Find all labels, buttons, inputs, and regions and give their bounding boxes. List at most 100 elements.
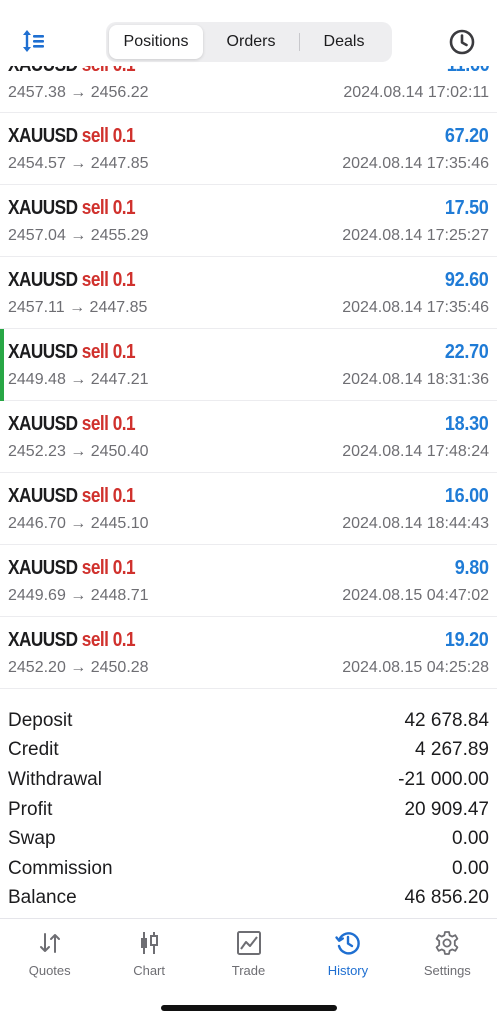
trade-chart-icon: [236, 931, 261, 955]
deal-title: XAUUSD sell 0.1: [8, 341, 136, 364]
nav-trade[interactable]: Trade: [199, 919, 298, 990]
deal-profit: 18.30: [445, 413, 489, 435]
deal-row[interactable]: XAUUSD sell 0.1 9.80 2449.69 → 2448.71 2024…: [0, 545, 497, 617]
deal-side: sell 0.1: [81, 557, 136, 579]
deal-time: 2024.08.14 17:25:27: [342, 227, 489, 244]
tab-deals[interactable]: Deals: [299, 25, 389, 59]
summary-row: Deposit 42 678.84: [0, 706, 497, 736]
deal-time: 2024.08.15 04:25:28: [342, 659, 489, 676]
summary-label: Credit: [8, 739, 59, 761]
deal-row[interactable]: XAUUSD sell 0.1 19.20 2452.20 → 2450.28 202…: [0, 617, 497, 689]
deal-symbol: XAUUSD: [8, 125, 78, 147]
quotes-icon: [39, 933, 60, 953]
deal-row[interactable]: XAUUSD sell 0.1 92.60 2457.11 → 2447.85 202…: [0, 257, 497, 329]
history-icon: [335, 932, 360, 955]
summary-row: Withdrawal -21 000.00: [0, 765, 497, 795]
summary-value: 46 856.20: [404, 887, 489, 909]
deal-title: XAUUSD sell 0.1: [8, 485, 136, 508]
deal-side: sell 0.1: [81, 485, 136, 507]
summary-value: 42 678.84: [404, 709, 489, 731]
deal-prices: 2457.04 → 2455.29: [8, 227, 149, 244]
account-summary: Deposit 42 678.84 Credit 4 267.89 Withdrawal…: [0, 706, 497, 913]
deal-profit: 67.20: [445, 125, 489, 147]
summary-label: Balance: [8, 887, 77, 909]
deal-side: sell 0.1: [81, 269, 136, 291]
deal-title: XAUUSD sell 0.1: [8, 197, 136, 220]
summary-row: Credit 4 267.89: [0, 736, 497, 766]
deal-row[interactable]: XAUUSD sell 0.1 67.20 2454.57 → 2447.85 202…: [0, 113, 497, 185]
deal-symbol: XAUUSD: [8, 197, 78, 219]
deal-side: sell 0.1: [81, 629, 136, 651]
nav-label: Chart: [133, 963, 165, 978]
deal-title: XAUUSD sell 0.1: [8, 125, 136, 148]
deal-profit: 92.60: [445, 269, 489, 291]
deal-title: XAUUSD sell 0.1: [8, 413, 136, 436]
deal-prices: 2449.48 → 2447.21: [8, 371, 149, 388]
nav-history[interactable]: History: [298, 919, 397, 990]
deal-profit: 9.80: [455, 557, 489, 579]
deal-profit: 17.50: [445, 197, 489, 219]
view-segmented-control: Positions Orders Deals: [106, 22, 392, 62]
summary-label: Commission: [8, 857, 113, 879]
deal-time: 2024.08.14 17:02:11: [343, 84, 489, 101]
deal-profit: 16.00: [445, 485, 489, 507]
deal-row[interactable]: XAUUSD sell 0.1 22.70 2449.48 → 2447.21 202…: [0, 329, 497, 401]
selected-marker: [0, 329, 4, 401]
deal-symbol: XAUUSD: [8, 269, 78, 291]
deal-title: XAUUSD sell 0.1: [8, 557, 136, 580]
deal-row[interactable]: XAUUSD sell 0.1 18.30 2452.23 → 2450.40 202…: [0, 401, 497, 473]
summary-row: Swap 0.00: [0, 824, 497, 854]
summary-row: Profit 20 909.47: [0, 795, 497, 825]
deal-prices: 2454.57 → 2447.85: [8, 155, 149, 172]
summary-value: 4 267.89: [415, 739, 489, 761]
tab-orders[interactable]: Orders: [203, 25, 299, 59]
home-indicator: [161, 1005, 337, 1011]
tab-positions[interactable]: Positions: [109, 25, 203, 59]
nav-label: Trade: [231, 963, 266, 978]
bottom-tab-bar: Quotes Chart Trade History Settings: [0, 918, 497, 990]
summary-value: 0.00: [452, 857, 489, 879]
deal-row[interactable]: XAUUSD sell 0.1 17.50 2457.04 → 2455.29 202…: [0, 185, 497, 257]
deal-side: sell 0.1: [81, 125, 136, 147]
nav-label: Quotes: [28, 963, 71, 978]
deal-prices: 2446.70 → 2445.10: [8, 515, 149, 532]
nav-label: History: [327, 963, 369, 978]
nav-label: Settings: [423, 963, 471, 978]
summary-row: Balance 46 856.20: [0, 884, 497, 914]
clock-icon[interactable]: [447, 27, 477, 57]
deal-row[interactable]: XAUUSD sell 0.1 16.00 2446.70 → 2445.10 202…: [0, 473, 497, 545]
summary-value: 20 909.47: [404, 798, 489, 820]
deal-time: 2024.08.14 17:35:46: [342, 299, 489, 316]
deal-symbol: XAUUSD: [8, 557, 78, 579]
summary-label: Deposit: [8, 709, 73, 731]
sort-icon[interactable]: [20, 26, 50, 56]
gear-icon: [436, 931, 459, 955]
summary-value: -21 000.00: [398, 768, 489, 790]
deal-time: 2024.08.14 18:31:36: [342, 371, 489, 388]
nav-quotes[interactable]: Quotes: [0, 919, 99, 990]
summary-row: Commission 0.00: [0, 854, 497, 884]
candlestick-icon: [141, 932, 159, 954]
deal-time: 2024.08.14 17:48:24: [342, 443, 489, 460]
top-bar: Positions Orders Deals: [0, 0, 497, 66]
deal-time: 2024.08.14 17:35:46: [342, 155, 489, 172]
summary-value: 0.00: [452, 828, 489, 850]
summary-label: Swap: [8, 828, 56, 850]
deal-time: 2024.08.15 04:47:02: [342, 587, 489, 604]
deal-prices: 2449.69 → 2448.71: [8, 587, 149, 604]
deal-title: XAUUSD sell 0.1: [8, 629, 136, 652]
deal-side: sell 0.1: [81, 341, 136, 363]
summary-label: Withdrawal: [8, 768, 102, 790]
deal-list: XAUUSD sell 0.111.602457.38 → 2456.22202…: [0, 52, 497, 689]
deal-symbol: XAUUSD: [8, 485, 78, 507]
deal-symbol: XAUUSD: [8, 341, 78, 363]
deal-prices: 2452.20 → 2450.28: [8, 659, 149, 676]
summary-label: Profit: [8, 798, 53, 820]
nav-settings[interactable]: Settings: [398, 919, 497, 990]
deal-side: sell 0.1: [81, 413, 136, 435]
deal-title: XAUUSD sell 0.1: [8, 269, 136, 292]
deal-profit: 19.20: [445, 629, 489, 651]
deal-prices: 2452.23 → 2450.40: [8, 443, 149, 460]
deal-prices: 2457.38 → 2456.22: [8, 84, 149, 101]
nav-chart[interactable]: Chart: [99, 919, 198, 990]
